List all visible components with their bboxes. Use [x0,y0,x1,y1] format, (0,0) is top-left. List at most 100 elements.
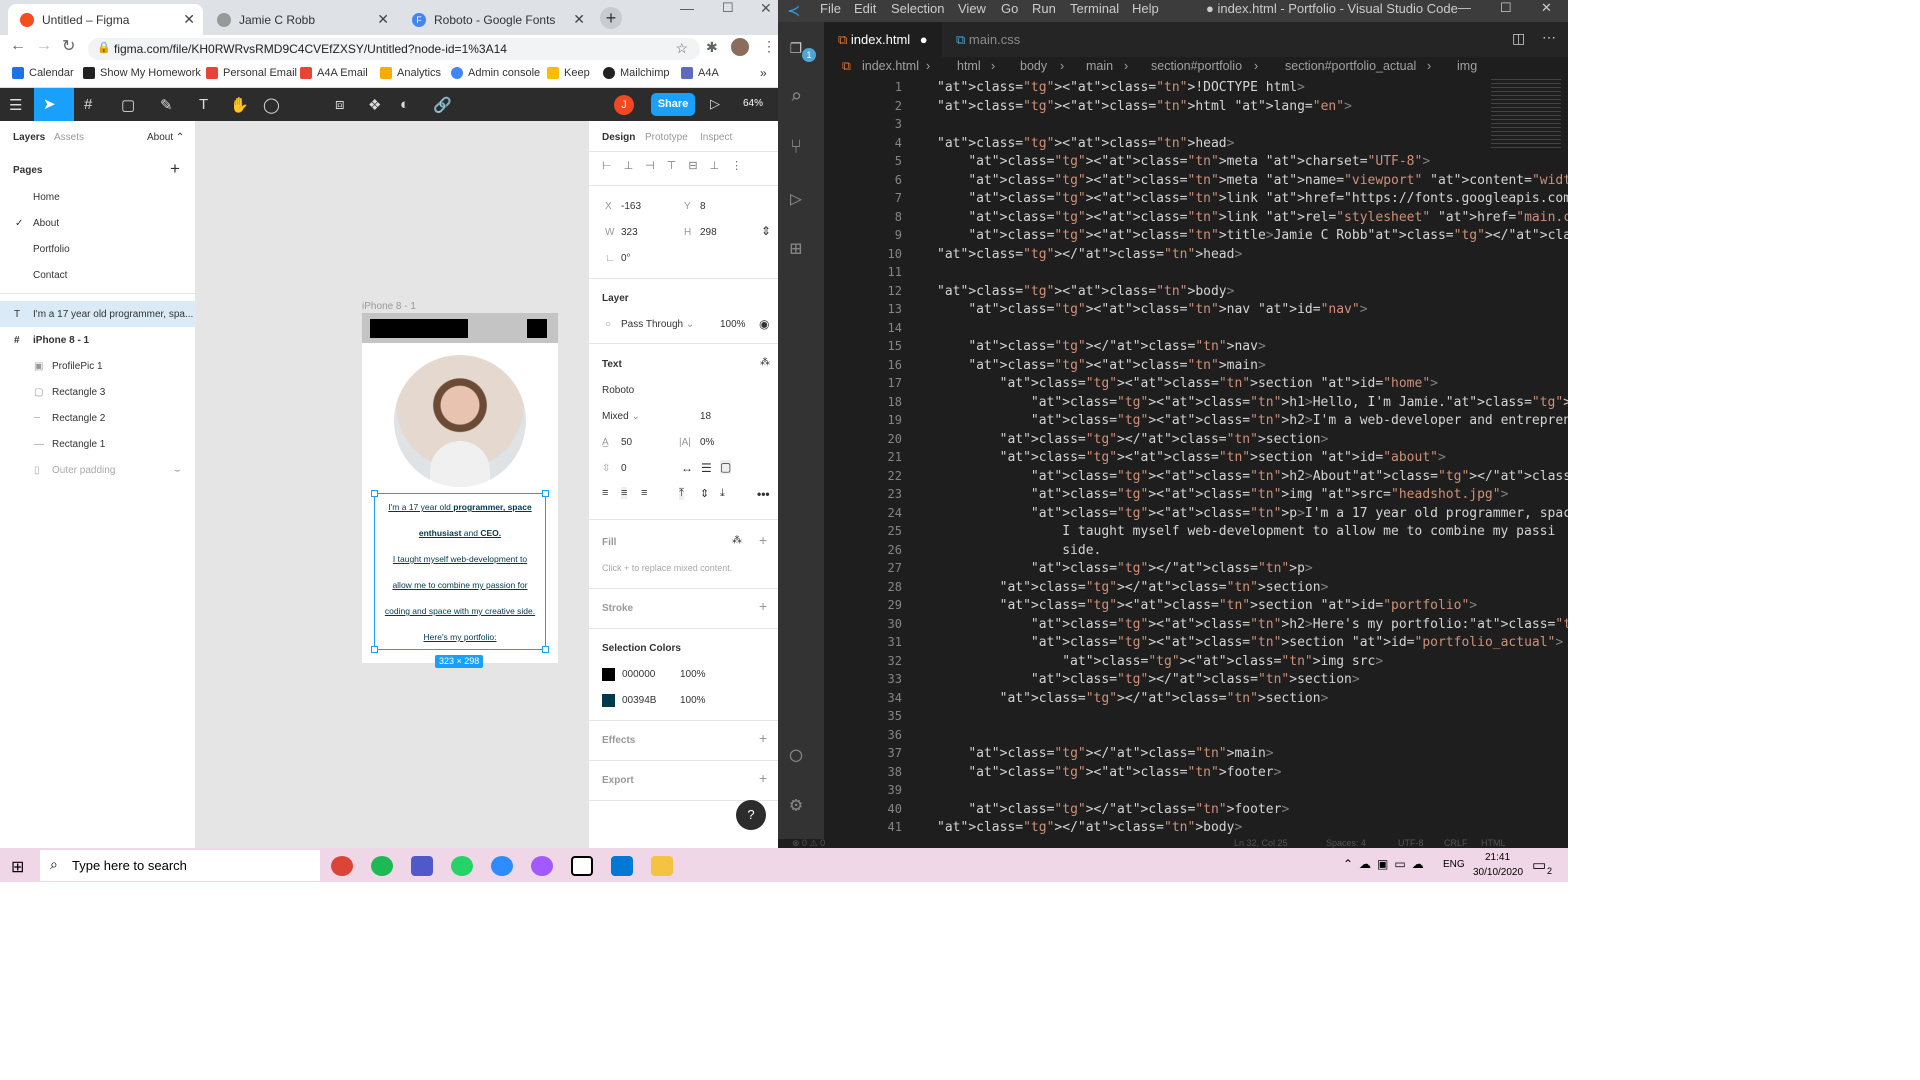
menu-run[interactable]: Run [1032,1,1056,16]
layer-profilepic[interactable]: ▣ ProfilePic 1 [0,353,196,379]
add-fill-icon[interactable]: + [759,532,767,548]
search-icon[interactable]: ⌕ [790,84,802,108]
menu-go[interactable]: Go [1001,1,1018,16]
fill-styles-icon[interactable]: ⁂ [732,535,742,546]
comment-tool-icon[interactable]: ◯ [263,96,280,114]
code-line[interactable]: "at">class="tg"><"at">class="tn">section… [937,598,1478,613]
assets-tab[interactable]: Assets [54,132,84,143]
color-swatch[interactable] [602,668,615,681]
opacity-field[interactable]: 100% [720,319,746,330]
code-line[interactable]: I taught myself web-development to allow… [937,524,1555,539]
more-actions-icon[interactable]: ⋯ [1542,29,1556,46]
bookmark-a4a[interactable]: A4A [681,67,719,79]
eye-icon[interactable]: ◉ [759,317,769,331]
add-effect-icon[interactable]: + [759,730,767,746]
code-line[interactable]: "at">class="tg"><"at">class="tn">head> [937,136,1234,151]
auto-width-icon[interactable]: ↔ [681,461,693,475]
resize-handle[interactable] [542,490,549,497]
code-line[interactable]: "at">class="tg"></"at">class="tn">sectio… [937,691,1329,706]
add-page-icon[interactable]: + [170,159,180,179]
present-icon[interactable]: ▷ [710,96,720,112]
about-text-box[interactable]: I'm a 17 year old programmer, space enth… [371,490,549,653]
language-mode[interactable]: HTML [1481,838,1506,848]
minimap[interactable] [1491,79,1561,149]
align-left-icon[interactable]: ≡ [602,487,608,499]
close-icon[interactable]: ✕ [573,11,585,28]
code-line[interactable]: "at">class="tg"><"at">class="tn">!DOCTYP… [937,80,1305,95]
code-line[interactable]: "at">class="tg"></"at">class="tn">main> [937,746,1273,761]
menu-edit[interactable]: Edit [854,1,876,16]
bookmark-mailchimp[interactable]: Mailchimp [603,67,670,79]
forward-icon[interactable]: → [36,37,52,55]
align-top-icon[interactable]: ⤒ [679,487,684,500]
code-line[interactable]: "at">class="tg"></"at">class="tn">sectio… [937,672,1360,687]
address-bar[interactable]: 🔒 figma.com/file/KH0RWRvsRMD9C4CVEfZXSY/… [88,38,700,60]
breadcrumb-item[interactable]: section#portfolio [1151,59,1242,73]
resize-handle[interactable] [371,646,378,653]
code-line[interactable]: "at">class="tg"><"at">class="tn">title>J… [937,228,1568,243]
resize-handle[interactable] [371,490,378,497]
code-line[interactable]: "at">class="tg"><"at">class="tn">meta "a… [937,154,1430,169]
zoom-icon[interactable] [491,856,513,876]
breadcrumb-item[interactable]: img [1457,59,1477,73]
code-line[interactable]: "at">class="tg"></"at">class="tn">sectio… [937,432,1329,447]
close-icon[interactable]: ✕ [377,11,389,28]
align-middle-icon[interactable]: ⇕ [700,487,709,500]
help-button[interactable]: ? [736,800,766,830]
font-size-field[interactable]: 18 [700,411,711,422]
main-menu-icon[interactable]: ☰ [9,96,22,114]
bookmark-a4a-email[interactable]: A4A Email [300,67,368,79]
add-export-icon[interactable]: + [759,770,767,786]
star-icon[interactable]: ☆ [675,40,688,57]
run-debug-icon[interactable]: ▷ [790,186,802,210]
extensions-icon[interactable]: ✱ [706,39,718,56]
code-line[interactable]: "at">class="tg"></"at">class="tn">head> [937,247,1242,262]
extensions-icon[interactable]: ⊞ [790,236,802,260]
y-field[interactable]: 8 [700,201,706,212]
code-line[interactable]: "at">class="tg"></"at">class="tn">p> [937,561,1313,576]
color-hex[interactable]: 00394B [622,695,656,706]
align-icons[interactable]: ⊢⊥⊣⊤⊟⊥⋮ [602,159,754,172]
resize-handle[interactable] [542,646,549,653]
clock-date[interactable]: 30/10/2020 [1473,867,1523,878]
iphone-frame[interactable]: I'm a 17 year old programmer, space enth… [362,313,558,668]
frame-label[interactable]: iPhone 8 - 1 [362,301,416,312]
page-portfolio[interactable]: Portfolio [0,236,196,262]
code-line[interactable]: "at">class="tg"><"at">class="tn">h1>Hell… [937,395,1568,410]
layer-rectangle-3[interactable]: ▢ Rectangle 3 [0,379,196,405]
vscode-taskbar-icon[interactable] [611,856,633,876]
page-contact[interactable]: Contact [0,262,196,288]
x-field[interactable]: -163 [621,201,641,212]
font-weight-select[interactable]: Mixed ⌄ [602,411,640,422]
chrome-icon[interactable] [331,856,353,876]
close-window-icon[interactable]: ✕ [1541,0,1552,16]
system-tray-icons[interactable]: ⌃☁▣▭☁ [1343,857,1430,871]
frame-tool-icon[interactable]: # [84,96,92,113]
align-bottom-icon[interactable]: ⤓ [720,487,725,500]
layer-text[interactable]: T I'm a 17 year old programmer, spa... [0,301,196,327]
add-stroke-icon[interactable]: + [759,598,767,614]
align-right-icon[interactable]: ≡ [641,487,647,499]
shape-tool-icon[interactable]: ▢ [121,96,135,114]
layer-outer-padding[interactable]: ▯ Outer padding ⌣ [0,457,196,483]
line-height-field[interactable]: 50 [621,437,632,448]
menu-help[interactable]: Help [1132,1,1159,16]
menu-selection[interactable]: Selection [891,1,944,16]
mask-icon[interactable]: ◐ [400,96,409,113]
code-line[interactable]: "at">class="tg"><"at">class="tn">meta "a… [937,173,1568,188]
tab-jamie[interactable]: Jamie C Robb ✕ [205,4,397,35]
code-line[interactable]: "at">class="tg"><"at">class="tn">body> [937,284,1234,299]
hand-tool-icon[interactable]: ✋ [230,96,249,114]
back-icon[interactable]: ← [10,37,26,55]
code-line[interactable]: "at">class="tg"><"at">class="tn">h2>Here… [937,617,1568,632]
menu-icon[interactable]: ⋮ [762,38,776,55]
code-line[interactable]: "at">class="tg"></"at">class="tn">footer… [937,802,1289,817]
code-line[interactable]: "at">class="tg"><"at">class="tn">link "a… [937,191,1568,206]
color-hex[interactable]: 000000 [622,669,655,680]
layer-rectangle-2[interactable]: ┄ Rectangle 2 [0,405,196,431]
clock-time[interactable]: 21:41 [1485,852,1510,863]
auto-height-icon[interactable]: ☰ [701,461,712,475]
profile-avatar[interactable] [731,38,749,56]
tab-roboto[interactable]: F Roboto - Google Fonts ✕ [400,4,593,35]
code-line[interactable]: "at">class="tg"><"at">class="tn">img "at… [937,487,1509,502]
